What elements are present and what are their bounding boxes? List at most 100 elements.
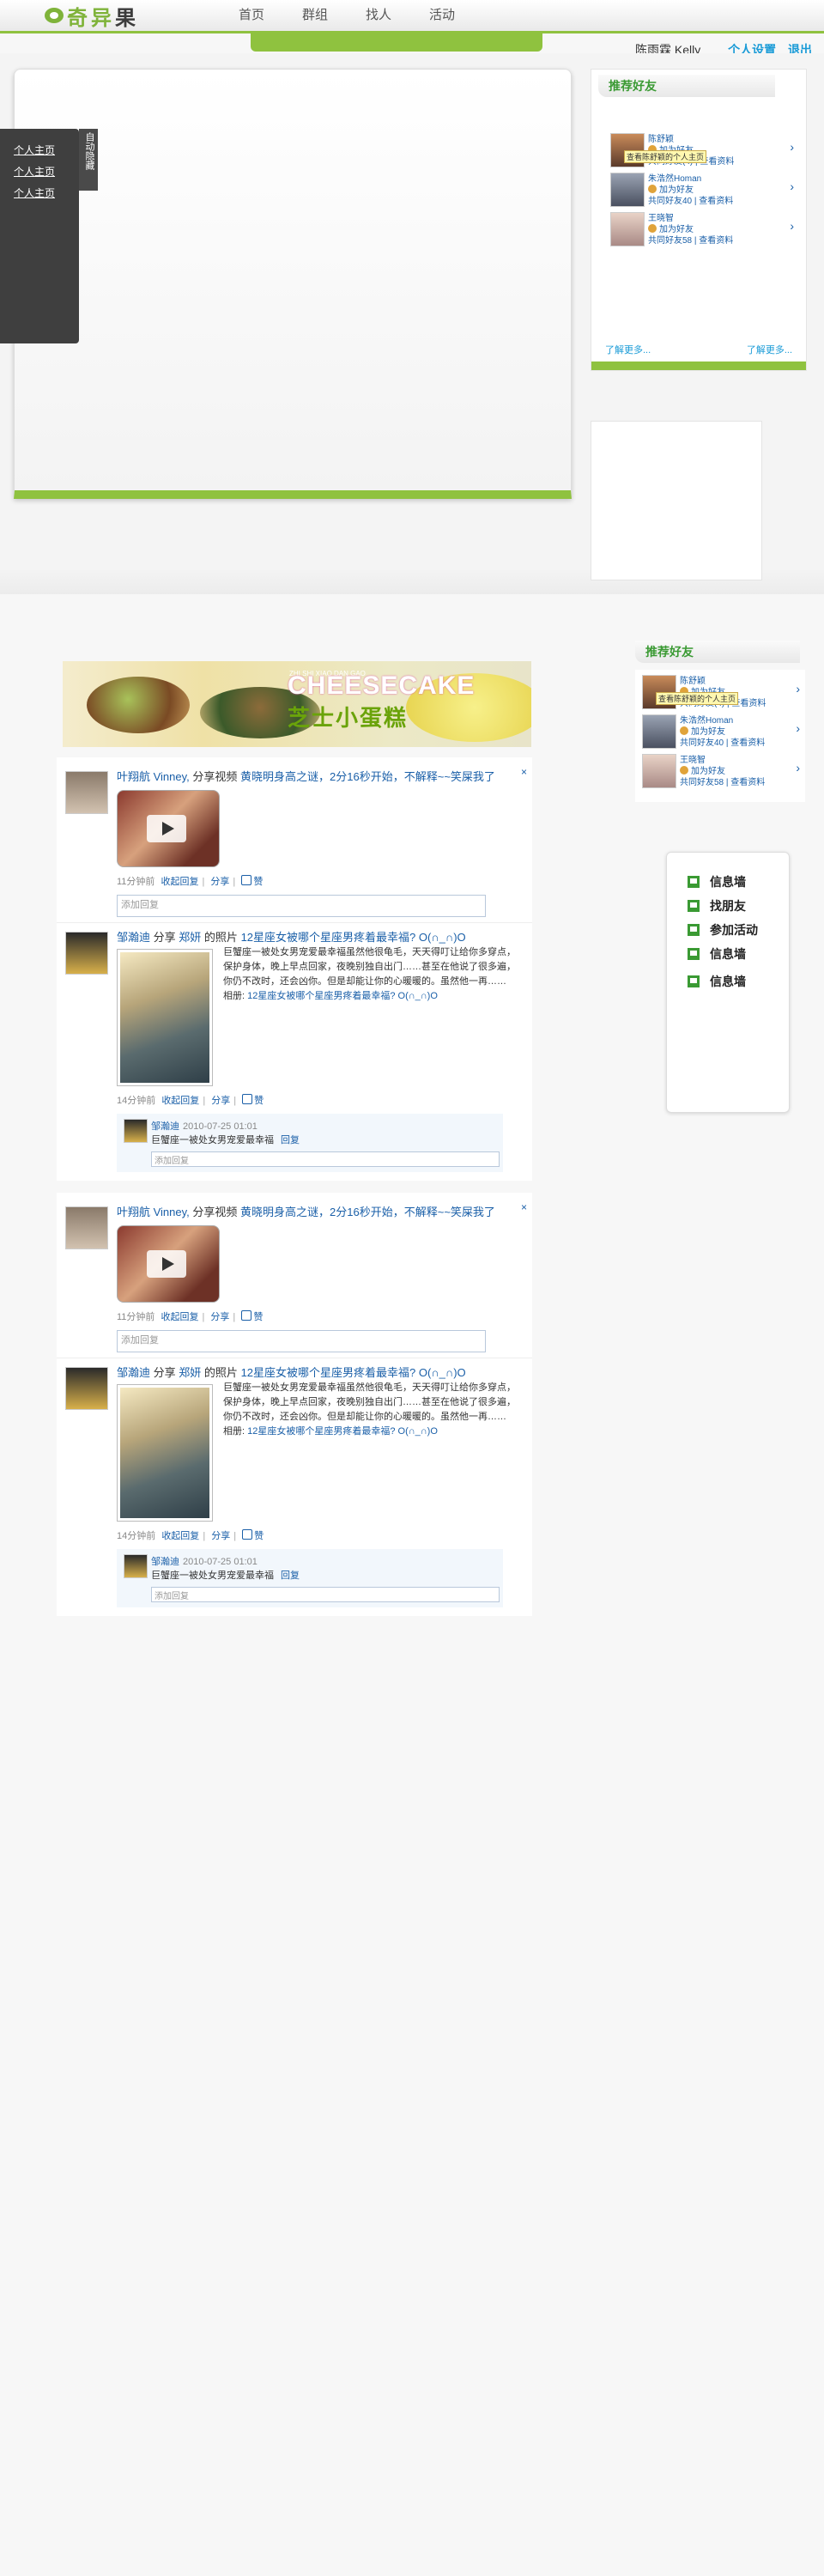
quick-menu-item[interactable]: 信息墙 bbox=[688, 945, 746, 963]
menu-link-profile-3[interactable]: 个人主页 bbox=[14, 187, 55, 199]
quick-menu-item[interactable]: 参加活动 bbox=[688, 921, 758, 939]
flag-icon bbox=[688, 876, 700, 888]
reply-link[interactable]: 回复 bbox=[281, 1135, 300, 1145]
view-profile-link[interactable]: 查看资料 bbox=[699, 197, 733, 206]
recommend-title: 推荐好友 bbox=[635, 641, 800, 663]
video-thumbnail[interactable] bbox=[117, 1225, 220, 1303]
avatar[interactable] bbox=[610, 212, 645, 246]
reply-input[interactable]: 添加回复 bbox=[151, 1151, 500, 1167]
quick-menu-item[interactable]: 信息墙 bbox=[688, 973, 746, 990]
post-text: 叶翔航 Vinney, 分享视频 黄晓明身高之谜，2分16秒开始，不解释~~笑屎… bbox=[117, 770, 495, 783]
post-author[interactable]: 叶翔航 Vinney, bbox=[117, 1206, 190, 1218]
menu-link-profile-2[interactable]: 个人主页 bbox=[14, 166, 55, 178]
learn-more-link-right[interactable]: 了解更多... bbox=[747, 343, 792, 356]
flag-icon bbox=[688, 948, 700, 960]
chevron-right-icon[interactable]: › bbox=[796, 721, 800, 735]
friend-item[interactable]: 陈舒颖 加为好友 共同好友(4) | 查看资料 查看陈舒颖的个人主页 › bbox=[610, 131, 806, 171]
nav-find-people[interactable]: 找人 bbox=[366, 5, 391, 23]
reply-link[interactable]: 回复 bbox=[281, 1571, 300, 1581]
quick-menu-item[interactable]: 信息墙 bbox=[688, 873, 746, 890]
collapse-replies-link[interactable]: 收起回复 bbox=[161, 1096, 199, 1106]
like-link[interactable]: 赞 bbox=[242, 1094, 264, 1106]
logo[interactable]: 奇异果 bbox=[45, 3, 139, 30]
reply-author[interactable]: 邹瀚迪 bbox=[151, 1121, 179, 1132]
friend-item[interactable]: 陈舒颖 加为好友 共同好友(4) | 查看资料 查看陈舒颖的个人主页 › bbox=[642, 673, 805, 713]
share-link[interactable]: 分享 bbox=[210, 1312, 229, 1322]
view-profile-link[interactable]: 查看资料 bbox=[699, 236, 733, 246]
avatar[interactable] bbox=[124, 1554, 148, 1578]
post-title-link[interactable]: 黄晓明身高之谜，2分16秒开始，不解释~~笑屎我了 bbox=[240, 1206, 495, 1218]
like-link[interactable]: 赞 bbox=[241, 1310, 263, 1322]
avatar[interactable] bbox=[65, 932, 108, 975]
play-icon[interactable] bbox=[147, 815, 186, 842]
nav-green-tab bbox=[251, 31, 542, 52]
common-friends-link[interactable]: 共同好友58 bbox=[648, 236, 692, 246]
album-link[interactable]: 12星座女被哪个星座男疼着最幸福? O(∩_∩)O bbox=[247, 991, 438, 1001]
feed-post-photo: 邹瀚迪 分享 郑妍 的照片 12星座女被哪个星座男疼着最幸福? O(∩_∩)O … bbox=[57, 1358, 532, 1613]
cheesecake-banner[interactable]: ZHI SHI XIAO DAN GAO CHEESECAKE 芝士小蛋糕 bbox=[63, 661, 531, 747]
chevron-right-icon[interactable]: › bbox=[796, 761, 800, 775]
photo-thumbnail[interactable] bbox=[117, 949, 213, 1086]
like-link[interactable]: 赞 bbox=[242, 1529, 264, 1541]
post-author[interactable]: 邹瀚迪 bbox=[117, 1366, 150, 1379]
avatar[interactable] bbox=[642, 714, 676, 749]
share-link[interactable]: 分享 bbox=[210, 877, 229, 887]
nav-events[interactable]: 活动 bbox=[429, 5, 455, 23]
post-time: 14分钟前 bbox=[117, 1096, 156, 1106]
thumbs-up-icon bbox=[241, 1310, 252, 1321]
post-target-user[interactable]: 郑妍 bbox=[179, 931, 201, 944]
collapse-replies-link[interactable]: 收起回复 bbox=[161, 877, 198, 887]
photo-thumbnail[interactable] bbox=[117, 1384, 213, 1522]
collapse-replies-link[interactable]: 收起回复 bbox=[161, 1531, 199, 1541]
avatar[interactable] bbox=[65, 771, 108, 814]
comment-input[interactable]: 添加回复 bbox=[117, 1330, 486, 1352]
avatar[interactable] bbox=[124, 1119, 148, 1143]
auto-hide-toggle[interactable]: 自动隐藏 bbox=[79, 129, 98, 191]
avatar[interactable] bbox=[65, 1206, 108, 1249]
logo-icon bbox=[45, 8, 64, 23]
close-icon[interactable]: × bbox=[521, 766, 527, 778]
common-friends-link[interactable]: 共同好友40 bbox=[680, 738, 724, 748]
feed-area: ZHI SHI XIAO DAN GAO CHEESECAKE 芝士小蛋糕 × … bbox=[57, 661, 532, 1616]
post-title-link[interactable]: 12星座女被哪个星座男疼着最幸福? O(∩_∩)O bbox=[241, 1366, 466, 1379]
friend-item[interactable]: 王晓智 加为好友 共同好友58 | 查看资料 › bbox=[610, 210, 806, 250]
logo-text: 奇异果 bbox=[67, 6, 139, 30]
nav-home[interactable]: 首页 bbox=[239, 5, 264, 23]
post-target-user[interactable]: 郑妍 bbox=[179, 1366, 201, 1379]
view-profile-link[interactable]: 查看资料 bbox=[730, 738, 765, 748]
friend-item[interactable]: 朱浩然Homan 加为好友 共同好友40 | 查看资料 › bbox=[610, 171, 806, 210]
chevron-right-icon[interactable]: › bbox=[796, 682, 800, 696]
quick-menu-item[interactable]: 找朋友 bbox=[688, 897, 746, 914]
avatar[interactable] bbox=[642, 754, 676, 788]
like-link[interactable]: 赞 bbox=[241, 875, 263, 887]
video-thumbnail[interactable] bbox=[117, 790, 220, 867]
album-link[interactable]: 12星座女被哪个星座男疼着最幸福? O(∩_∩)O bbox=[247, 1426, 438, 1437]
post-author[interactable]: 叶翔航 Vinney, bbox=[117, 770, 190, 783]
comment-input[interactable]: 添加回复 bbox=[117, 895, 486, 917]
common-friends-link[interactable]: 共同好友58 bbox=[680, 778, 724, 787]
view-profile-link[interactable]: 查看资料 bbox=[730, 778, 765, 787]
avatar[interactable] bbox=[610, 173, 645, 207]
share-link[interactable]: 分享 bbox=[211, 1096, 230, 1106]
reply-input[interactable]: 添加回复 bbox=[151, 1587, 500, 1602]
friend-item[interactable]: 朱浩然Homan 加为好友 共同好友40 | 查看资料 › bbox=[642, 713, 805, 752]
post-author[interactable]: 邹瀚迪 bbox=[117, 931, 150, 944]
chevron-right-icon[interactable]: › bbox=[790, 179, 794, 193]
friend-item[interactable]: 王晓智 加为好友 共同好友58 | 查看资料 › bbox=[642, 752, 805, 792]
avatar[interactable] bbox=[65, 1367, 108, 1410]
post-title-link[interactable]: 黄晓明身高之谜，2分16秒开始，不解释~~笑屎我了 bbox=[240, 770, 495, 783]
learn-more-link-left[interactable]: 了解更多... bbox=[605, 345, 651, 355]
post-title-link[interactable]: 12星座女被哪个星座男疼着最幸福? O(∩_∩)O bbox=[241, 931, 466, 944]
play-icon[interactable] bbox=[147, 1250, 186, 1278]
nav-groups[interactable]: 群组 bbox=[302, 5, 328, 23]
reply-author[interactable]: 邹瀚迪 bbox=[151, 1557, 179, 1567]
feed-post-photo: 邹瀚迪 分享 郑妍 的照片 12星座女被哪个星座男疼着最幸福? O(∩_∩)O … bbox=[57, 923, 532, 1177]
collapse-replies-link[interactable]: 收起回复 bbox=[161, 1312, 198, 1322]
menu-link-profile-1[interactable]: 个人主页 bbox=[14, 144, 55, 156]
close-icon[interactable]: × bbox=[521, 1201, 527, 1213]
chevron-right-icon[interactable]: › bbox=[790, 219, 794, 233]
banner-title-cn: 芝士小蛋糕 bbox=[288, 705, 409, 731]
chevron-right-icon[interactable]: › bbox=[790, 140, 794, 154]
share-link[interactable]: 分享 bbox=[211, 1531, 230, 1541]
common-friends-link[interactable]: 共同好友40 bbox=[648, 197, 692, 206]
